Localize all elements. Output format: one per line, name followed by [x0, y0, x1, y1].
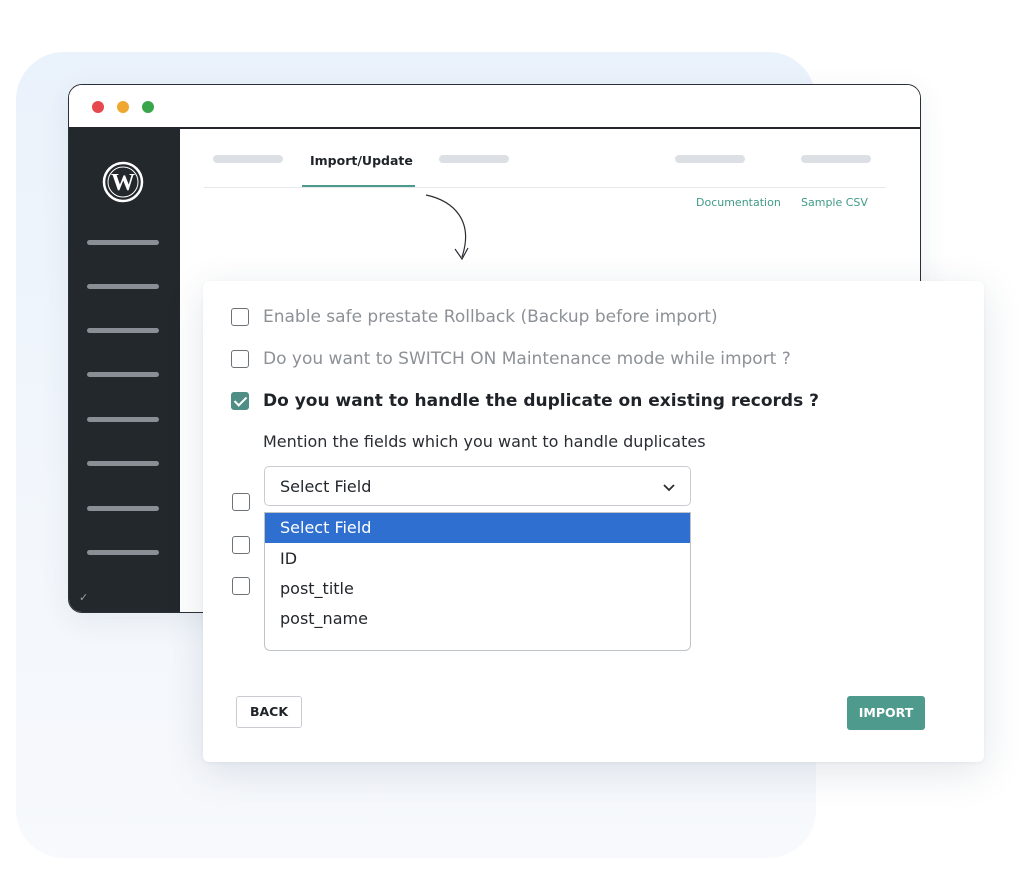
documentation-link[interactable]: Documentation [696, 196, 781, 209]
browser-titlebar [69, 85, 920, 129]
tab-placeholder[interactable] [801, 155, 871, 163]
tab-placeholder[interactable] [213, 155, 283, 163]
sidebar-menu-item[interactable] [87, 461, 159, 466]
admin-sidebar: W ✓ [69, 129, 180, 612]
dropdown-option[interactable]: Select Field [265, 513, 690, 543]
duplicate-field-select[interactable]: Select Field [264, 466, 691, 506]
obscured-option-checkbox[interactable] [232, 536, 250, 554]
pointer-arrow-icon [425, 194, 469, 261]
sidebar-menu-item[interactable] [87, 328, 159, 333]
back-button[interactable]: BACK [236, 696, 302, 728]
dropdown-option[interactable]: ID [265, 544, 690, 574]
obscured-option-checkbox[interactable] [232, 577, 250, 595]
svg-text:W: W [111, 170, 135, 196]
duplicate-fields-instruction: Mention the fields which you want to han… [263, 432, 706, 451]
tab-placeholder[interactable] [675, 155, 745, 163]
sidebar-menu-item[interactable] [87, 417, 159, 422]
minimize-window-dot[interactable] [117, 101, 129, 113]
tab-divider [204, 187, 886, 188]
option-maintenance[interactable]: Do you want to SWITCH ON Maintenance mod… [231, 348, 791, 370]
duplicates-label: Do you want to handle the duplicate on e… [263, 391, 819, 411]
sample-csv-link[interactable]: Sample CSV [801, 196, 868, 209]
select-dropdown-list: Select Field ID post_title post_name [264, 512, 691, 651]
sidebar-menu-item[interactable] [87, 284, 159, 289]
sidebar-menu-item[interactable] [87, 506, 159, 511]
maintenance-checkbox[interactable] [231, 350, 249, 368]
chevron-down-icon [663, 484, 675, 492]
import-options-dialog: Enable safe prestate Rollback (Backup be… [203, 281, 984, 762]
maintenance-label: Do you want to SWITCH ON Maintenance mod… [263, 349, 791, 369]
tab-placeholder[interactable] [439, 155, 509, 163]
close-window-dot[interactable] [92, 101, 104, 113]
option-duplicates[interactable]: Do you want to handle the duplicate on e… [231, 390, 819, 412]
sidebar-menu-item[interactable] [87, 372, 159, 377]
dropdown-option[interactable]: post_title [265, 574, 690, 604]
rollback-label: Enable safe prestate Rollback (Backup be… [263, 307, 718, 327]
sidebar-menu-item[interactable] [87, 240, 159, 245]
duplicates-checkbox[interactable] [231, 392, 249, 410]
collapse-check-icon[interactable]: ✓ [79, 591, 88, 604]
sidebar-menu-item[interactable] [87, 550, 159, 555]
rollback-checkbox[interactable] [231, 308, 249, 326]
maximize-window-dot[interactable] [142, 101, 154, 113]
import-button[interactable]: IMPORT [847, 696, 925, 730]
dropdown-option[interactable]: post_name [265, 604, 690, 634]
select-current-value: Select Field [280, 477, 372, 496]
tab-import-update[interactable]: Import/Update [310, 153, 413, 168]
wordpress-logo-icon[interactable]: W [102, 161, 144, 203]
option-rollback[interactable]: Enable safe prestate Rollback (Backup be… [231, 306, 718, 328]
obscured-option-checkbox[interactable] [232, 493, 250, 511]
plugin-tab-bar: Import/Update [180, 129, 920, 189]
